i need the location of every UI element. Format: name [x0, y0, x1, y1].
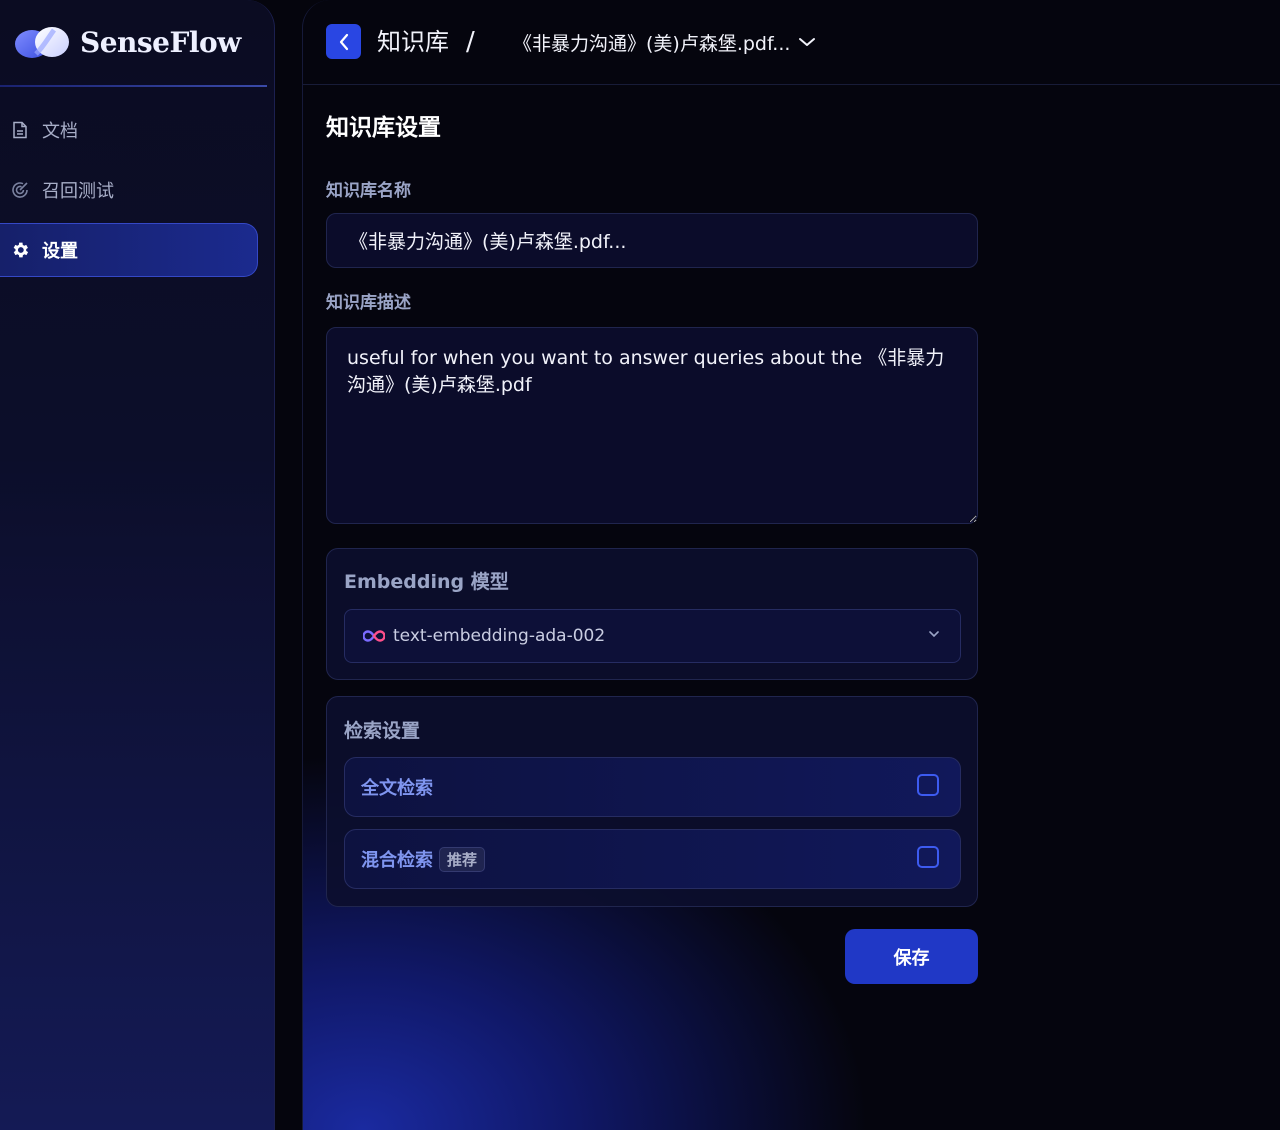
main-content: 知识库 / 《非暴力沟通》(美)卢森堡.pdf... 知识库设置 知识库名称 知…: [302, 0, 1280, 1130]
sidebar-divider: [0, 85, 267, 87]
sidebar-item-label: 文档: [42, 121, 78, 142]
hybrid-search-checkbox[interactable]: [917, 846, 939, 868]
retrieval-title: 检索设置: [344, 720, 421, 742]
option-label: 混合检索: [361, 850, 433, 871]
option-hybrid-search[interactable]: 混合检索 推荐: [344, 829, 961, 889]
chevron-down-icon: [798, 36, 816, 48]
retrieval-settings-card: 检索设置 全文检索 混合检索 推荐: [326, 696, 978, 907]
knowledge-base-name-input[interactable]: [326, 213, 978, 268]
app: SenseFlow 文档 召回测试 设置 知识库 / 《非暴力沟通》(美)卢森堡…: [0, 0, 1280, 1130]
recommended-badge: 推荐: [439, 846, 486, 872]
selected-model: text-embedding-ada-002: [393, 626, 606, 646]
breadcrumb-current: 《非暴力沟通》(美)卢森堡.pdf...: [513, 32, 791, 55]
embedding-title: Embedding 模型: [344, 571, 509, 593]
save-button[interactable]: 保存: [845, 929, 978, 984]
option-label: 全文检索: [361, 778, 433, 799]
sidebar-item-recall-test[interactable]: 召回测试: [0, 163, 258, 217]
embedding-model-select[interactable]: text-embedding-ada-002: [344, 609, 961, 663]
sidebar: SenseFlow 文档 召回测试 设置: [0, 0, 275, 1130]
sidebar-item-label: 设置: [42, 241, 78, 262]
back-button[interactable]: [326, 24, 361, 59]
name-label: 知识库名称: [326, 181, 411, 201]
brand-name: SenseFlow: [80, 25, 241, 59]
sidebar-item-label: 召回测试: [42, 181, 114, 202]
option-full-text-search[interactable]: 全文检索: [344, 757, 961, 817]
logo-icon: [14, 24, 70, 60]
page-title: 知识库设置: [326, 115, 441, 141]
breadcrumb-separator: /: [466, 27, 475, 57]
description-label: 知识库描述: [326, 293, 411, 313]
infinity-icon: [363, 629, 385, 643]
document-switcher[interactable]: 《非暴力沟通》(美)卢森堡.pdf...: [513, 26, 816, 58]
knowledge-base-description-input[interactable]: useful for when you want to answer queri…: [326, 327, 978, 524]
sidebar-item-documents[interactable]: 文档: [0, 103, 258, 157]
sidebar-item-settings[interactable]: 设置: [0, 223, 258, 277]
breadcrumb: 知识库 / 《非暴力沟通》(美)卢森堡.pdf...: [303, 0, 1280, 85]
gear-icon: [10, 240, 30, 260]
full-text-search-checkbox[interactable]: [917, 774, 939, 796]
breadcrumb-root[interactable]: 知识库: [377, 24, 449, 60]
target-icon: [10, 180, 30, 200]
document-icon: [10, 120, 30, 140]
chevron-left-icon: [337, 33, 351, 51]
logo: SenseFlow: [14, 22, 241, 62]
chevron-down-icon: [928, 630, 940, 638]
embedding-card: Embedding 模型 text-embedding-ada-002: [326, 548, 978, 680]
